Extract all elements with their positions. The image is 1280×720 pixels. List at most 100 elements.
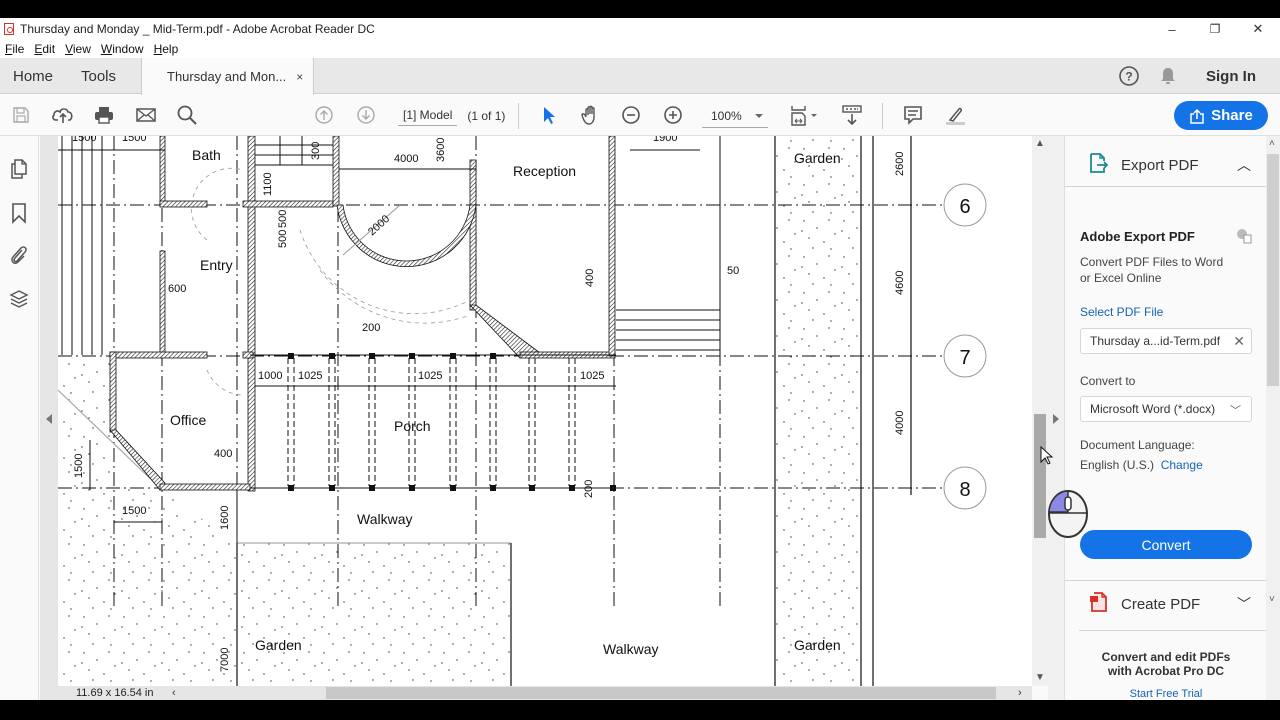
mail-icon[interactable] — [134, 104, 158, 126]
pages-icon[interactable] — [9, 158, 29, 179]
menu-edit[interactable]: Edit — [34, 42, 55, 56]
dim-text: 500 — [277, 230, 289, 248]
highlight-pen-icon[interactable] — [943, 104, 967, 126]
start-free-trial-link[interactable]: Start Free Trial — [1065, 688, 1267, 700]
scroll-left-icon[interactable]: ‹ — [172, 686, 176, 700]
zoom-out-icon[interactable] — [620, 104, 642, 126]
close-window-button[interactable]: ✕ — [1236, 18, 1280, 40]
stairs-left — [60, 136, 165, 355]
close-tab-icon[interactable]: × — [296, 70, 303, 84]
zoom-level-select[interactable]: 100% — [702, 104, 768, 128]
create-pdf-section-header[interactable]: Create PDF ﹀ — [1065, 581, 1267, 627]
select-arrow-icon[interactable] — [539, 104, 559, 126]
tab-tools[interactable]: Tools — [81, 58, 116, 94]
toolbar: [1] Model (1 of 1) 100% Share — [0, 95, 1280, 136]
share-icon — [1190, 108, 1204, 124]
chevron-down-icon[interactable]: ﹀ — [1237, 594, 1251, 614]
hand-tool-icon[interactable] — [579, 104, 603, 126]
comment-icon[interactable] — [902, 104, 924, 126]
tab-home[interactable]: Home — [13, 58, 53, 94]
dim-text: 4000 — [894, 411, 906, 435]
dim-text: 4000 — [394, 153, 418, 165]
right-pane-scrollbar[interactable]: ˄ ˅ — [1266, 136, 1280, 700]
promo-line-2: with Acrobat Pro DC — [1107, 664, 1225, 678]
collapse-left-pane-handle[interactable] — [40, 136, 58, 700]
stairs-right — [616, 136, 721, 358]
page-down-icon[interactable] — [355, 104, 377, 126]
room-label-walkway-bottom: Walkway — [603, 641, 659, 657]
dim-text: 400 — [214, 448, 232, 460]
dim-text: 3600 — [435, 138, 447, 162]
tools-right-pane: Export PDF ︿ Adobe Export PDF Convert PD… — [1064, 136, 1267, 700]
divider — [1065, 186, 1267, 187]
right-pane-scroll-thumb[interactable] — [1267, 154, 1279, 386]
zoom-in-icon[interactable] — [662, 104, 684, 126]
menu-file[interactable]: File — [5, 42, 24, 56]
document-view[interactable]: 6 7 8 Bath Entry Reception Garden Office… — [58, 136, 1032, 686]
menu-view[interactable]: View — [65, 42, 91, 56]
chevron-down-icon: ﹀ — [1230, 405, 1241, 417]
page-number-field[interactable]: [1] Model (1 of 1) — [398, 104, 505, 128]
share-button[interactable]: Share — [1174, 101, 1268, 130]
svg-text:?: ? — [1125, 70, 1132, 84]
adobe-export-heading: Adobe Export PDF — [1080, 229, 1195, 244]
document-language-label: Document Language: — [1080, 438, 1195, 452]
room-label-office: Office — [170, 412, 207, 428]
zoom-level-value: 100% — [711, 108, 742, 123]
search-icon[interactable] — [175, 104, 199, 126]
room-label-garden-bottom-left: Garden — [255, 637, 302, 653]
menu-help[interactable]: Help — [154, 42, 179, 56]
upload-cloud-icon[interactable] — [51, 104, 75, 126]
notification-bell-icon[interactable] — [1158, 58, 1178, 94]
menu-window[interactable]: Window — [101, 42, 144, 56]
page-label-input[interactable]: [1] Model — [398, 106, 458, 126]
layers-icon[interactable] — [9, 289, 29, 309]
left-navigation-pane — [0, 136, 39, 700]
dim-text: 500 — [277, 210, 289, 228]
grid-marker-6: 6 — [959, 196, 970, 218]
horizontal-scroll-thumb[interactable] — [326, 687, 996, 699]
document-horizontal-scrollbar[interactable]: 11.69 x 16.54 in ‹ › — [58, 686, 1032, 700]
minimize-button[interactable]: – — [1150, 18, 1194, 40]
dim-text: 1500 — [122, 136, 146, 144]
dim-text: 1500 — [72, 136, 96, 144]
change-language-link[interactable]: Change — [1161, 458, 1203, 472]
fit-page-icon[interactable] — [788, 104, 822, 126]
selected-file-field[interactable]: Thursday a...id-Term.pdf ✕ — [1080, 328, 1252, 354]
title-bar: Thursday and Monday _ Mid-Term.pdf - Ado… — [0, 18, 1280, 40]
help-icon[interactable]: ? — [1118, 58, 1140, 94]
scroll-up-icon[interactable]: ˄ — [1269, 138, 1275, 149]
print-icon[interactable] — [92, 104, 116, 126]
dim-text: 1500 — [73, 454, 85, 478]
convert-button[interactable]: Convert — [1080, 530, 1252, 559]
document-language-row: English (U.S.) Change — [1080, 457, 1203, 473]
tab-document[interactable]: Thursday and Mon... × — [141, 58, 315, 95]
bookmark-icon[interactable] — [9, 202, 29, 224]
clear-file-icon[interactable]: ✕ — [1233, 333, 1245, 350]
save-icon[interactable] — [10, 104, 32, 126]
document-vertical-scrollbar[interactable]: ▲ ▼ — [1032, 136, 1048, 686]
create-pdf-title: Create PDF — [1121, 595, 1201, 613]
page-size-readout: 11.69 x 16.54 in — [76, 687, 154, 699]
scroll-down-icon[interactable]: ▼ — [1035, 672, 1045, 683]
dim-text: 1100 — [262, 172, 274, 196]
attachment-icon[interactable] — [9, 244, 29, 265]
collapse-right-pane-handle[interactable] — [1048, 136, 1064, 700]
chevron-up-icon[interactable]: ︿ — [1237, 155, 1251, 175]
page-up-icon[interactable] — [313, 104, 335, 126]
export-pdf-section-header[interactable]: Export PDF ︿ — [1065, 142, 1267, 188]
restore-button[interactable]: ❐ — [1193, 18, 1237, 40]
dim-text: 7000 — [219, 648, 231, 672]
scroll-down-icon[interactable]: ˅ — [1269, 594, 1275, 605]
sign-in-link[interactable]: Sign In — [1206, 58, 1256, 94]
dim-text: 1025 — [298, 370, 322, 382]
scroll-mode-icon[interactable] — [840, 104, 864, 126]
convert-to-select[interactable]: Microsoft Word (*.docx) ﹀ — [1080, 396, 1252, 422]
vertical-scroll-thumb[interactable] — [1034, 414, 1046, 538]
convert-to-label: Convert to — [1080, 374, 1136, 388]
mouse-click-indicator-icon — [1047, 489, 1089, 539]
tab-bar: Home Tools Thursday and Mon... × ? Sign … — [0, 58, 1280, 95]
scroll-right-icon[interactable]: › — [1018, 686, 1022, 700]
export-pdf-title: Export PDF — [1121, 156, 1199, 174]
scroll-up-icon[interactable]: ▲ — [1035, 138, 1045, 149]
